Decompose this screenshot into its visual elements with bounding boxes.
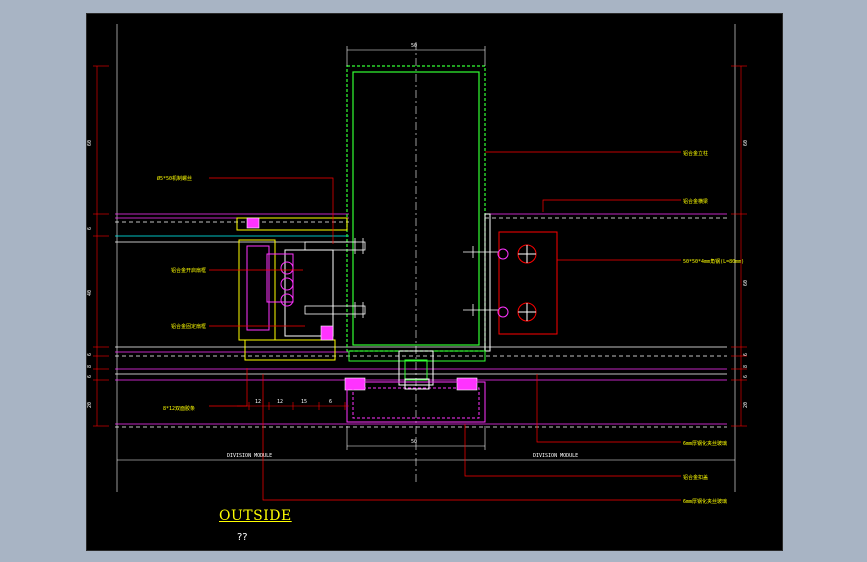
dim-seg-2: 12 <box>277 399 283 405</box>
label-cover-cap: 铝合金扣盖 <box>683 474 708 481</box>
dim-seg-4: 6 <box>329 399 332 405</box>
division-module-left: DIVISION MODULE <box>227 453 272 459</box>
label-steel-bracket: 50*50*4mm角钢(L=80mm) <box>683 258 744 265</box>
dim-seg-1: 12 <box>255 399 261 405</box>
drawing-subtitle: ?? <box>237 532 248 543</box>
label-transom: 铝合金横梁 <box>683 198 708 205</box>
vertical-dimension-right <box>731 65 747 427</box>
dim-top: 50 <box>411 43 417 49</box>
label-gasket: 8*12双面胶条 <box>163 405 195 412</box>
dim-left-mid: 40 <box>87 290 93 296</box>
label-steel-angle: Ø5*50机制螺丝 <box>157 175 192 182</box>
label-mullion: 铝合金立柱 <box>683 150 708 157</box>
glass-panel-lines <box>115 213 727 428</box>
dim-right-b-a: 6 <box>743 353 749 356</box>
dim-left-b-d: 20 <box>87 402 93 408</box>
dim-bottom: 50 <box>411 439 417 445</box>
gaskets <box>246 217 478 391</box>
label-glass-right: 6mm厚钢化夹丝玻璃 <box>683 498 727 505</box>
dimension-texts: 50 50 60 6 40 6 8 6 20 60 60 6 8 6 20 12… <box>87 43 749 459</box>
label-fixed-frame: 铝合金固定扇框 <box>171 323 206 330</box>
label-glass-left: 6mm厚钢化夹丝玻璃 <box>683 440 727 447</box>
leader-lines <box>209 151 681 501</box>
dim-left-b-a: 6 <box>87 353 93 356</box>
cad-viewport[interactable]: 50 50 60 6 40 6 8 6 20 60 60 6 8 6 20 12… <box>86 13 783 551</box>
steel-bracket <box>484 213 558 352</box>
dimension-lines <box>117 46 735 461</box>
bottom-segment-dims <box>237 402 349 410</box>
dim-left-b-c: 6 <box>87 375 93 378</box>
annotation-labels: Ø5*50机制螺丝 铝合金开启扇框 铝合金固定扇框 8*12双面胶条 铝合金立柱… <box>157 150 744 505</box>
dim-left-upper: 60 <box>87 140 93 146</box>
dim-right-b-b: 8 <box>743 365 749 368</box>
vertical-dimension-left <box>93 65 109 427</box>
curtain-wall-section-drawing: 50 50 60 6 40 6 8 6 20 60 60 6 8 6 20 12… <box>87 24 749 505</box>
dim-seg-3: 15 <box>301 399 307 405</box>
label-open-leaf-frame: 铝合金开启扇框 <box>171 267 206 274</box>
dim-right-upper: 60 <box>743 140 749 146</box>
dim-left-b-b: 8 <box>87 365 93 368</box>
dim-right-mid: 60 <box>743 280 749 286</box>
dim-right-b-c: 6 <box>743 375 749 378</box>
dim-left-small: 6 <box>87 227 93 230</box>
dim-right-b-d: 20 <box>743 402 749 408</box>
drawing-title: OUTSIDE <box>219 508 292 524</box>
division-module-right: DIVISION MODULE <box>533 453 578 459</box>
bolts <box>304 238 499 318</box>
